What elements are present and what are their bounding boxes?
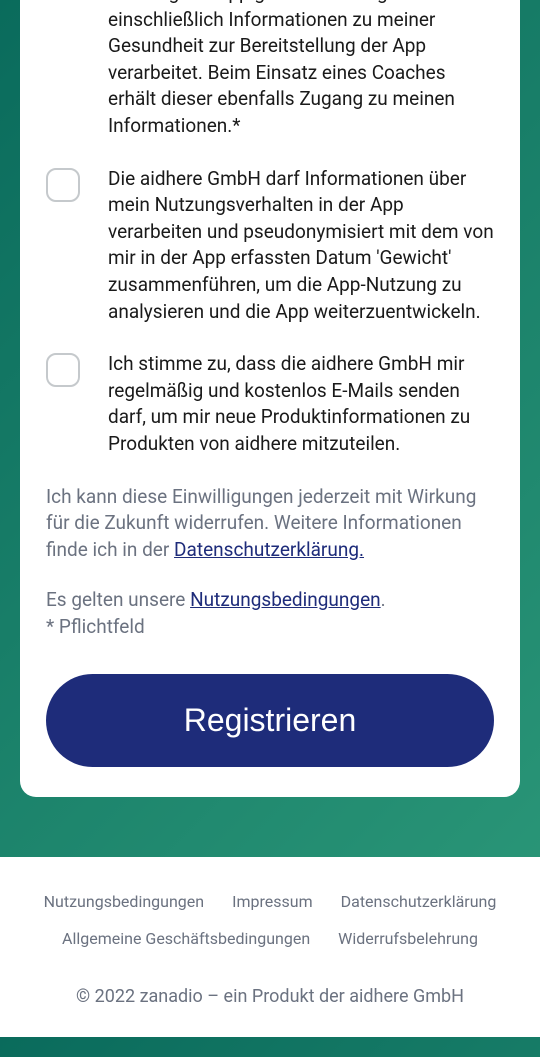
withdraw-info: Ich kann diese Einwilligungen jederzeit … — [46, 484, 494, 564]
terms-prefix: Es gelten unsere — [46, 588, 190, 611]
footer-links-row-1: Nutzungsbedingungen Impressum Datenschut… — [20, 892, 520, 911]
consent-item-email: Ich stimme zu, dass die aidhere GmbH mir… — [46, 351, 494, 457]
consent-text-email: Ich stimme zu, dass die aidhere GmbH mir… — [108, 351, 494, 457]
terms-link[interactable]: Nutzungsbedingungen — [190, 588, 381, 611]
footer-link-agb[interactable]: Allgemeine Geschäftsbedingungen — [62, 929, 310, 948]
required-field-label: * Pflichtfeld — [46, 615, 145, 638]
terms-suffix: . — [381, 588, 386, 611]
terms-info: Es gelten unsere Nutzungsbedingungen. * … — [46, 587, 494, 640]
footer-link-withdrawal[interactable]: Widerrufsbelehrung — [338, 929, 478, 948]
footer-links-row-2: Allgemeine Geschäftsbedingungen Widerruf… — [20, 929, 520, 948]
register-button[interactable]: Registrieren — [46, 674, 494, 767]
footer: Nutzungsbedingungen Impressum Datenschut… — [0, 857, 540, 1037]
consent-text-health: Nutzung der App gemachten Angaben einsch… — [108, 0, 494, 140]
footer-link-privacy[interactable]: Datenschutzerklärung — [341, 892, 497, 911]
copyright: © 2022 zanadio – ein Produkt der aidhere… — [20, 986, 520, 1007]
consent-text-usage: Die aidhere GmbH darf Informationen über… — [108, 166, 494, 326]
registration-card: Nutzung der App gemachten Angaben einsch… — [20, 0, 520, 797]
checkbox-usage-analytics[interactable] — [46, 168, 80, 202]
consent-item-usage: Die aidhere GmbH darf Informationen über… — [46, 166, 494, 326]
footer-link-terms[interactable]: Nutzungsbedingungen — [44, 892, 204, 911]
footer-link-imprint[interactable]: Impressum — [232, 892, 313, 911]
checkbox-email-marketing[interactable] — [46, 353, 80, 387]
privacy-link[interactable]: Datenschutzerklärung. — [174, 538, 364, 561]
